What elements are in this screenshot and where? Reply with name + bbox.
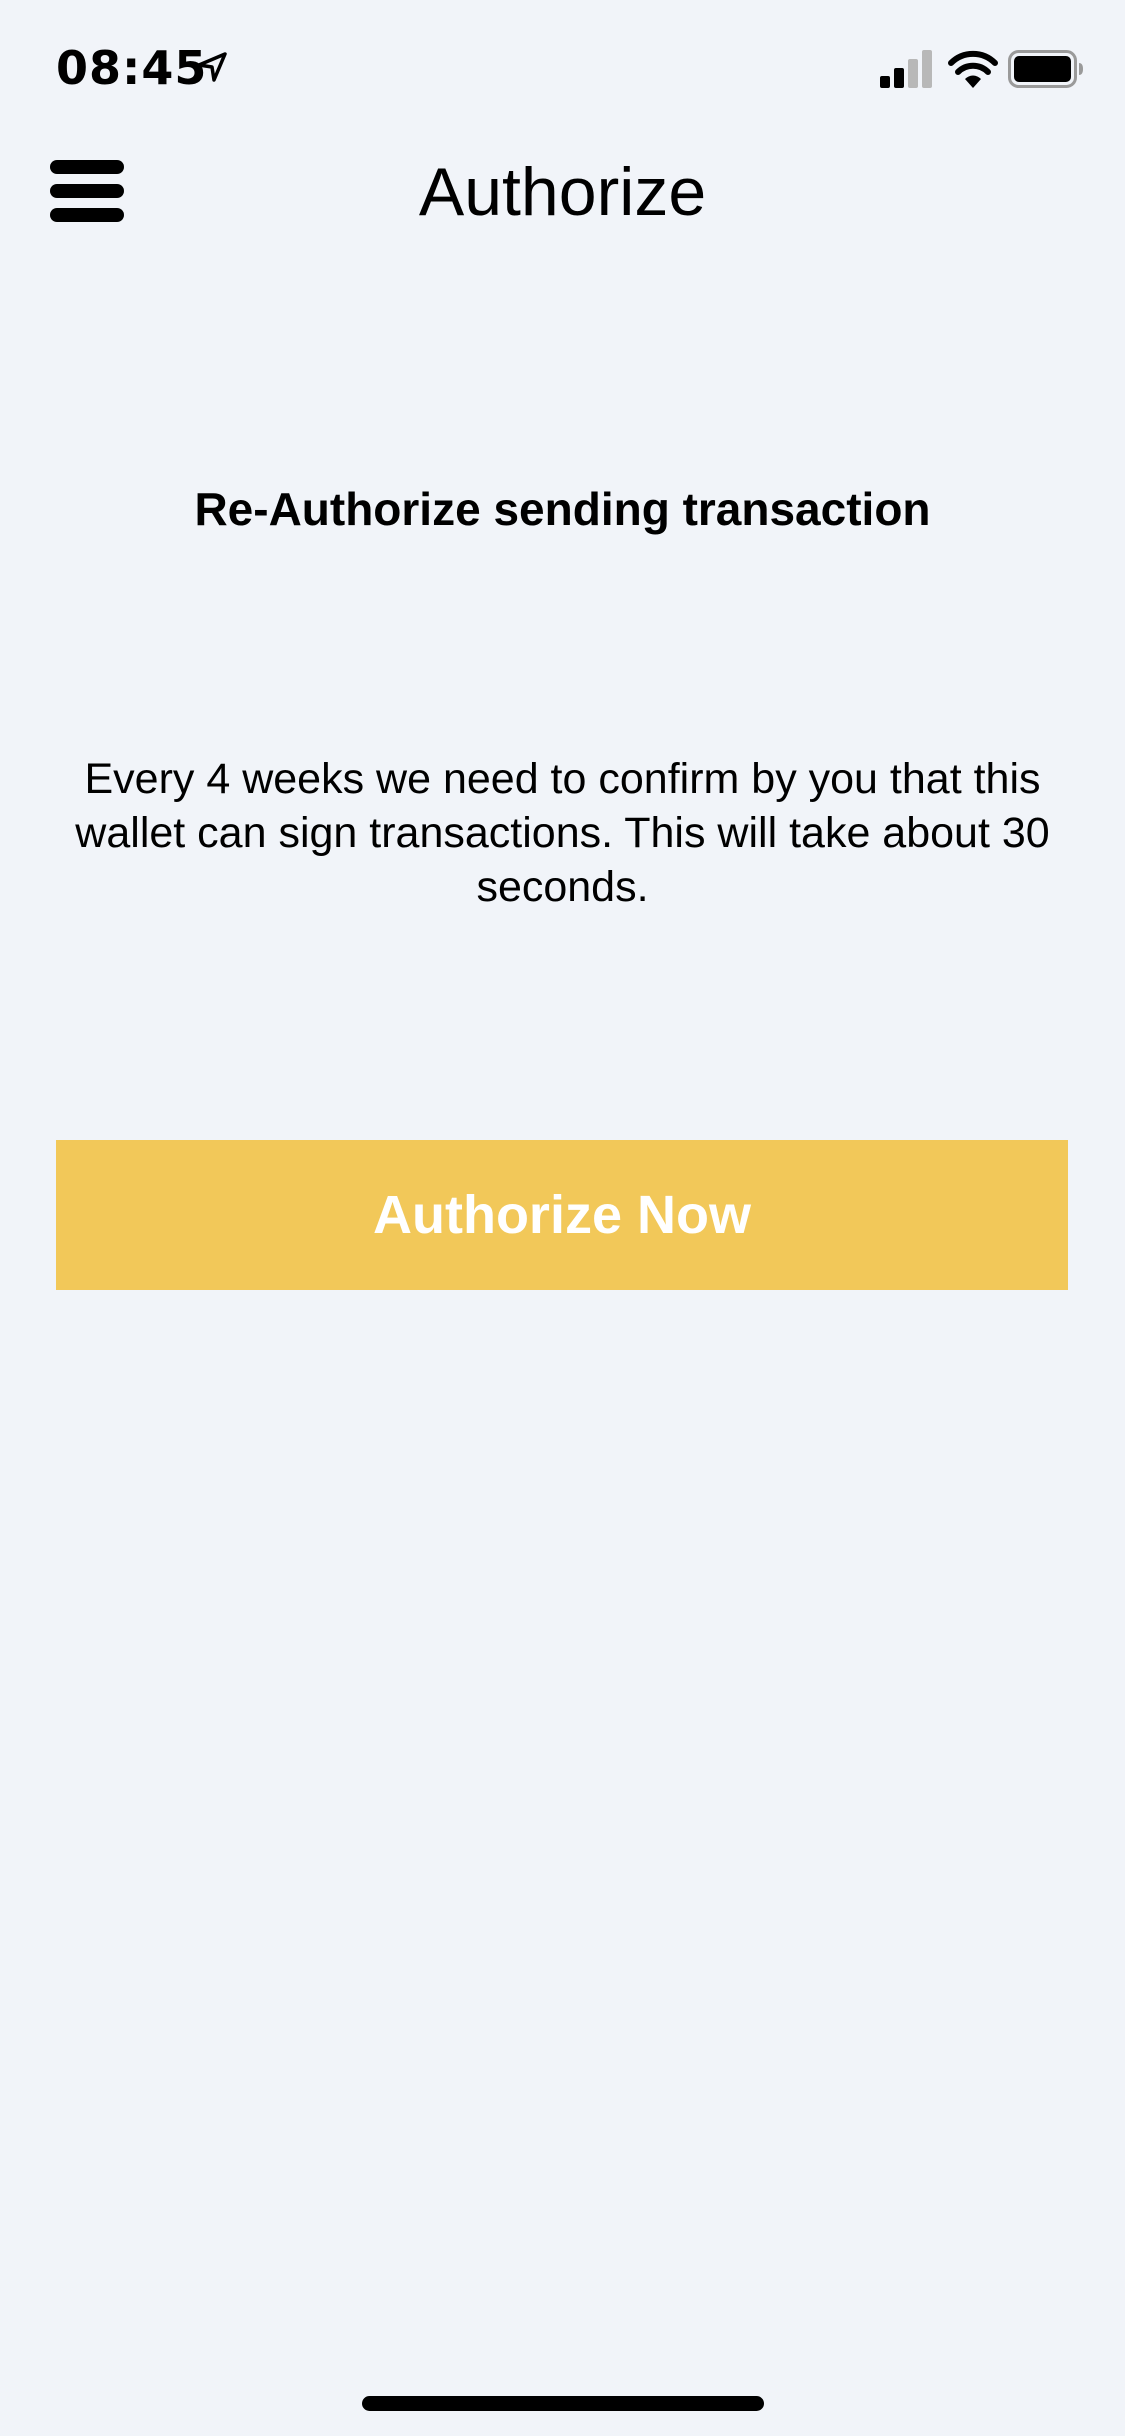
- reauthorize-heading: Re-Authorize sending transaction: [194, 483, 931, 535]
- location-arrow-icon: [197, 52, 227, 82]
- status-bar: 08:45: [0, 0, 1125, 132]
- home-indicator[interactable]: [362, 2396, 764, 2411]
- reauthorize-description: Every 4 weeks we need to confirm by you …: [75, 755, 1050, 911]
- status-time: 08:45: [56, 41, 208, 95]
- page-title: Authorize: [418, 154, 707, 230]
- cellular-signal-icon: [880, 50, 932, 88]
- authorize-now-button[interactable]: Authorize Now: [56, 1140, 1068, 1290]
- battery-icon: [1008, 50, 1083, 88]
- wifi-icon: [948, 50, 998, 88]
